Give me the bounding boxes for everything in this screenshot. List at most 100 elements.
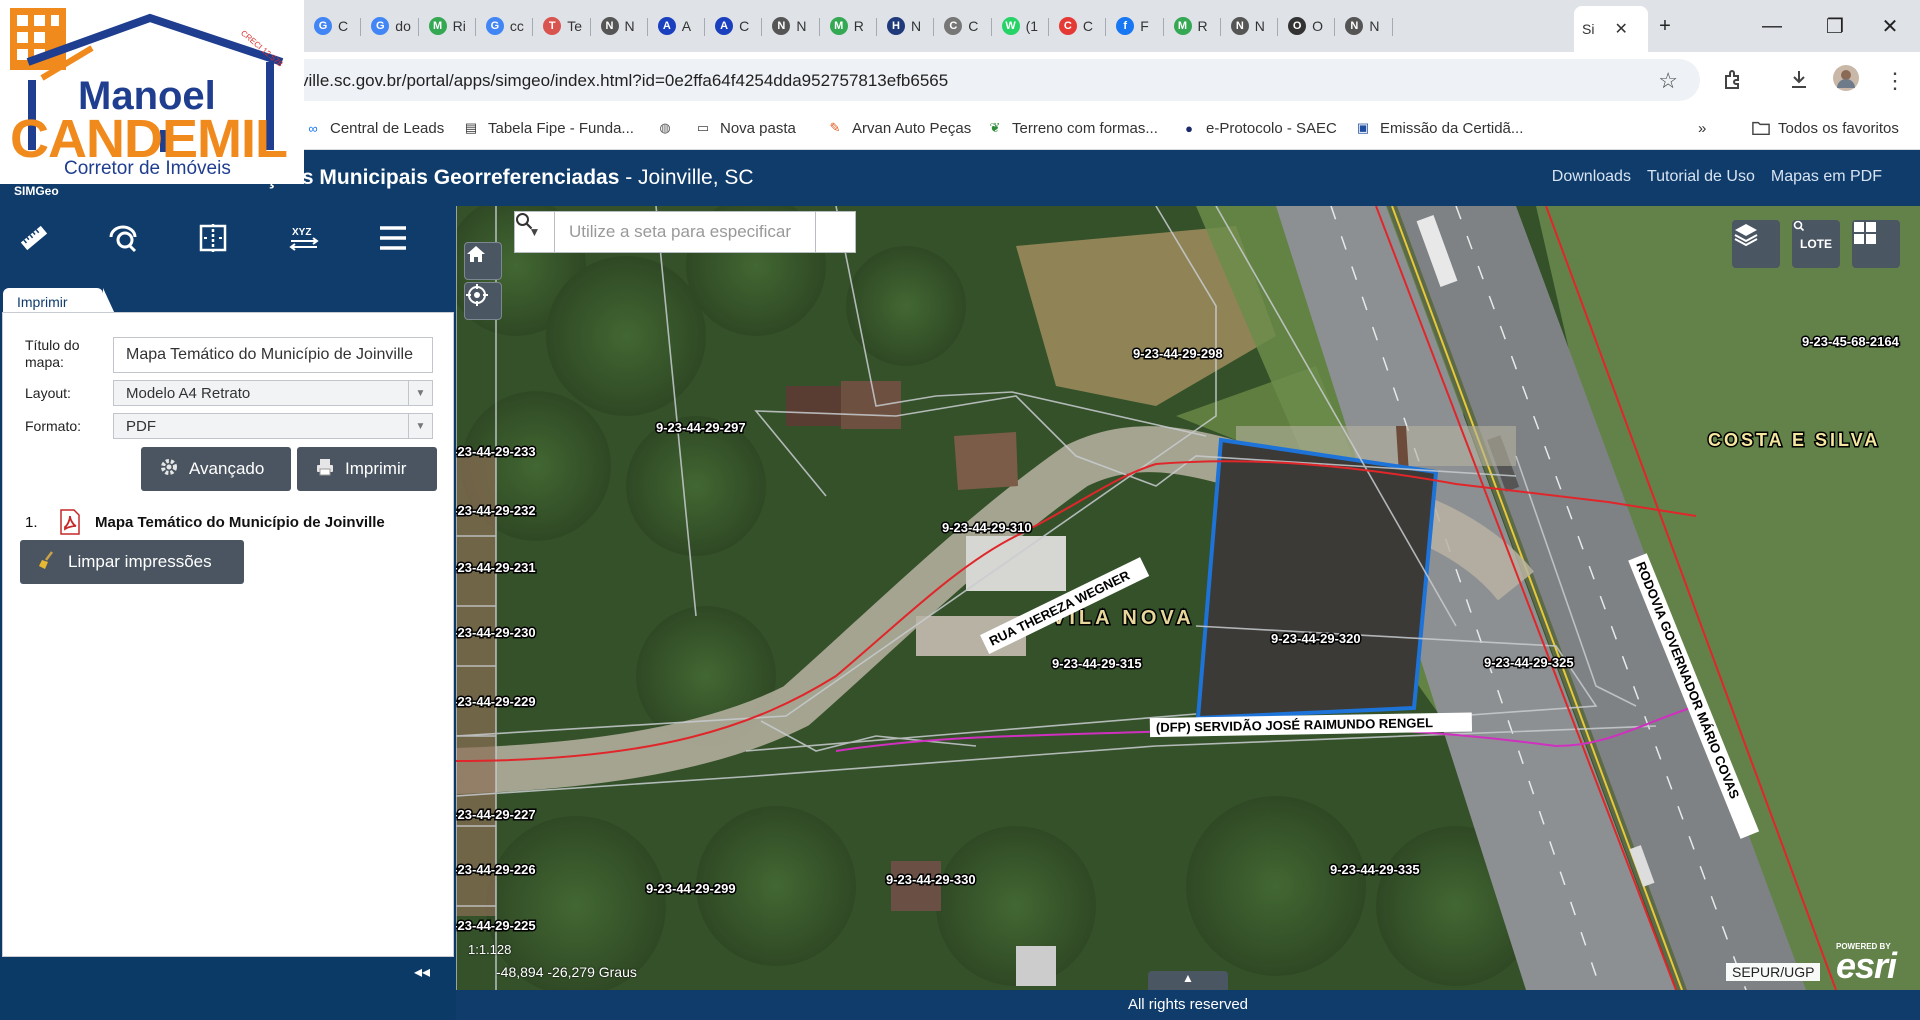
browser-tab[interactable]: fF <box>1108 10 1157 42</box>
map-label-lot-335: 9-23-44-29-335 <box>1330 862 1420 877</box>
map-label-lot-233: 9-23-44-29-233 <box>456 444 536 459</box>
svg-text:XYZ: XYZ <box>292 227 311 238</box>
clear-prints-button[interactable]: Limpar impressões <box>20 540 244 584</box>
tutorial-link[interactable]: Tutorial de Uso <box>1647 168 1755 186</box>
bookmark-label: Nova pasta <box>720 119 796 137</box>
advanced-button[interactable]: Avançado <box>141 447 291 491</box>
map-label-lot-225: 9-23-44-29-225 <box>456 918 536 933</box>
browser-tab[interactable]: GC <box>306 10 356 42</box>
tab-separator <box>761 18 763 36</box>
tab-label: (1 <box>1025 18 1039 34</box>
browser-tab[interactable]: MR <box>822 10 872 42</box>
print-button-label: Imprimir <box>345 459 407 478</box>
map-label-lot-310: 9-23-44-29-310 <box>942 520 1032 535</box>
map-title-input[interactable]: Mapa Temático do Município de Joinville <box>113 337 433 373</box>
lot-search-button[interactable]: LOTE <box>1792 220 1840 268</box>
browser-tab[interactable]: AA <box>650 10 699 42</box>
close-tab-icon[interactable]: ✕ <box>1614 19 1627 39</box>
browser-tab[interactable]: CC <box>1051 10 1101 42</box>
tab-favicon-icon: W <box>1001 17 1020 35</box>
print-button[interactable]: Imprimir <box>297 447 437 491</box>
downloads-link[interactable]: Downloads <box>1552 168 1631 186</box>
download-icon[interactable] <box>1788 68 1810 96</box>
logo-subtitle: Corretor de Imóveis <box>64 158 231 179</box>
browser-tab[interactable]: HN <box>879 10 929 42</box>
active-browser-tab[interactable]: Si ✕ <box>1574 6 1648 52</box>
header-links: Downloads Tutorial de Uso Mapas em PDF <box>1552 168 1882 186</box>
tab-label: O <box>1312 18 1323 34</box>
url-text[interactable]: ville.sc.gov.br/portal/apps/simgeo/index… <box>300 71 948 91</box>
pdf-maps-link[interactable]: Mapas em PDF <box>1771 168 1882 186</box>
browser-tab[interactable]: NN <box>593 10 643 42</box>
swipe-compare-icon[interactable] <box>193 218 233 258</box>
browser-tab[interactable]: OO <box>1280 10 1331 42</box>
url-box[interactable]: ville.sc.gov.br/portal/apps/simgeo/index… <box>270 59 1700 101</box>
browser-tab[interactable]: AC <box>707 10 757 42</box>
map-label-lot-226: 9-23-44-29-226 <box>456 862 536 877</box>
locate-button[interactable] <box>464 282 502 320</box>
identify-icon[interactable] <box>104 218 144 258</box>
map-view[interactable]: 9-23-44-29-298 9-23-44-29-297 9-23-44-29… <box>456 206 1920 990</box>
map-attribution: SEPUR/UGP <box>1726 963 1821 981</box>
extensions-icon[interactable] <box>1722 68 1744 96</box>
map-canvas[interactable]: 9-23-44-29-298 9-23-44-29-297 9-23-44-29… <box>456 206 1920 990</box>
bookmark-item[interactable]: ✎ Arvan Auto Peças <box>826 114 972 142</box>
pdf-file-icon <box>59 509 81 535</box>
close-window-button[interactable]: ✕ <box>1870 8 1910 44</box>
measure-ruler-icon[interactable] <box>14 218 54 258</box>
tab-separator <box>532 18 534 36</box>
app-title-city: - Joinville, SC <box>619 166 754 189</box>
new-tab-button[interactable]: + <box>1645 8 1685 44</box>
profile-avatar[interactable] <box>1832 64 1860 98</box>
basemap-gallery-button[interactable] <box>1852 220 1900 268</box>
menu-list-icon[interactable] <box>373 218 413 258</box>
esri-wordmark: esri <box>1836 945 1897 986</box>
browser-tab[interactable]: CC <box>936 10 986 42</box>
minimize-button[interactable]: — <box>1752 8 1792 44</box>
all-bookmarks-button[interactable]: Todos os favoritos <box>1752 114 1899 142</box>
browser-tab[interactable]: T Te <box>535 10 590 42</box>
layers-button[interactable] <box>1732 220 1780 268</box>
bookmark-label: e-Protocolo - SAEC <box>1206 119 1337 137</box>
browser-tab[interactable]: W (1 <box>994 10 1046 42</box>
browser-tab[interactable]: NN <box>764 10 814 42</box>
bookmarks-more-button[interactable]: » <box>1698 114 1706 142</box>
browser-tab[interactable]: NN <box>1337 10 1387 42</box>
home-button[interactable] <box>464 242 502 280</box>
bookmark-item[interactable]: ▭ Nova pasta <box>694 114 796 142</box>
tab-label: cc <box>509 18 524 34</box>
search-button[interactable] <box>516 212 855 252</box>
bookmark-item[interactable]: ◍ <box>656 114 674 142</box>
bookmark-item[interactable]: ∞ Central de Leads <box>304 114 444 142</box>
globe-icon: ◍ <box>659 120 671 135</box>
attribute-table-toggle[interactable]: ▲ <box>1148 971 1228 990</box>
coordinates-readout: -48,894 -26,279 Graus <box>496 964 637 980</box>
tab-label: C <box>968 18 979 34</box>
tab-separator <box>704 18 706 36</box>
bookmark-star-icon[interactable]: ☆ <box>1658 68 1678 94</box>
search-input[interactable]: Utilize a seta para especificar <box>555 212 815 252</box>
tab-label: C <box>1082 18 1094 34</box>
browser-tab[interactable]: M Ri <box>421 10 474 42</box>
bookmark-item[interactable]: ▣ Emissão da Certidã... <box>1354 114 1524 142</box>
print-tab[interactable]: Imprimir <box>3 288 115 314</box>
browser-tab[interactable]: NN <box>1223 10 1273 42</box>
collapse-panel-button[interactable]: ◂◂ <box>414 962 430 982</box>
restore-button[interactable]: ❐ <box>1815 8 1855 44</box>
tab-favicon-icon: M <box>428 17 447 35</box>
bookmark-item[interactable]: ❦ Terreno com formas... <box>986 114 1158 142</box>
tab-favicon-icon: T <box>543 17 562 35</box>
browser-tab[interactable]: MR <box>1166 10 1216 42</box>
browser-tab[interactable]: Gdo <box>363 10 419 42</box>
format-select[interactable]: PDF ▼ <box>113 413 433 439</box>
bookmark-item[interactable]: ▤ Tabela Fipe - Funda... <box>462 114 634 142</box>
tab-separator <box>474 18 476 36</box>
browser-tab[interactable]: Gcc <box>478 10 532 42</box>
print-list-item[interactable]: 1. Mapa Temático do Município de Joinvil… <box>25 509 385 535</box>
map-label-lot-232: 9-23-44-29-232 <box>456 503 536 518</box>
browser-menu-icon[interactable]: ⋮ <box>1884 68 1906 94</box>
simgeo-label: SIMGeo <box>14 184 59 198</box>
layout-select[interactable]: Modelo A4 Retrato ▼ <box>113 380 433 406</box>
bookmark-item[interactable]: ● e-Protocolo - SAEC <box>1180 114 1337 142</box>
xyz-coordinates-icon[interactable]: XYZ <box>284 218 324 258</box>
